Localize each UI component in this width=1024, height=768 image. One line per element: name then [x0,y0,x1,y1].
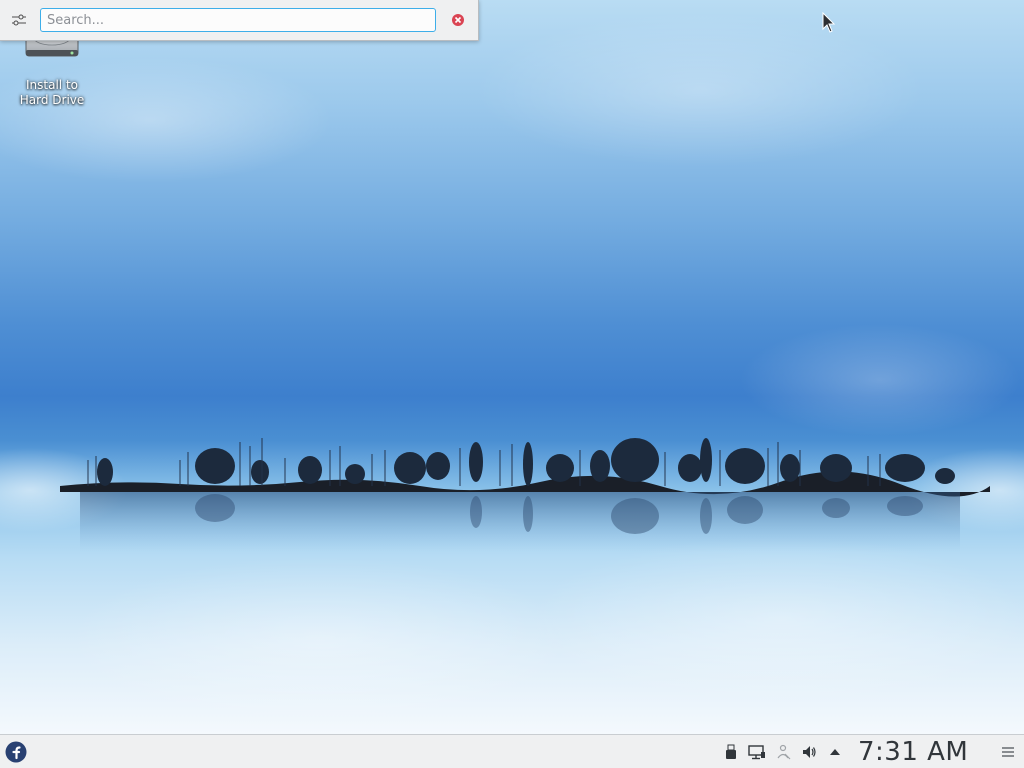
mouse-cursor-icon [822,12,836,33]
settings-sliders-icon[interactable] [8,10,30,30]
volume-icon[interactable] [800,743,818,761]
krunner-search-bar [0,0,479,41]
desktop-background[interactable]: Install to Hard Drive [0,0,1024,734]
taskbar-panel: 7:31 AM [0,734,1024,768]
expand-tray-arrow-icon[interactable] [826,743,844,761]
usb-drive-icon[interactable] [722,743,740,761]
fedora-logo-icon[interactable] [5,741,27,763]
wallpaper-treeline [60,438,990,552]
hamburger-menu-icon[interactable] [1000,744,1016,760]
close-circle-icon[interactable] [450,12,466,28]
install-to-hard-drive-shortcut[interactable]: Install to Hard Drive [8,29,96,108]
digital-clock[interactable]: 7:31 AM [858,736,988,768]
desktop-icon-label-line2: Hard Drive [19,93,85,107]
network-icon[interactable] [748,743,766,761]
desktop-icon-label: Install to Hard Drive [8,78,96,108]
search-input[interactable] [40,8,436,32]
desktop-icon-label-line1: Install to [26,78,78,92]
fog-overlay [0,0,1024,734]
kde-connect-icon[interactable] [774,743,792,761]
